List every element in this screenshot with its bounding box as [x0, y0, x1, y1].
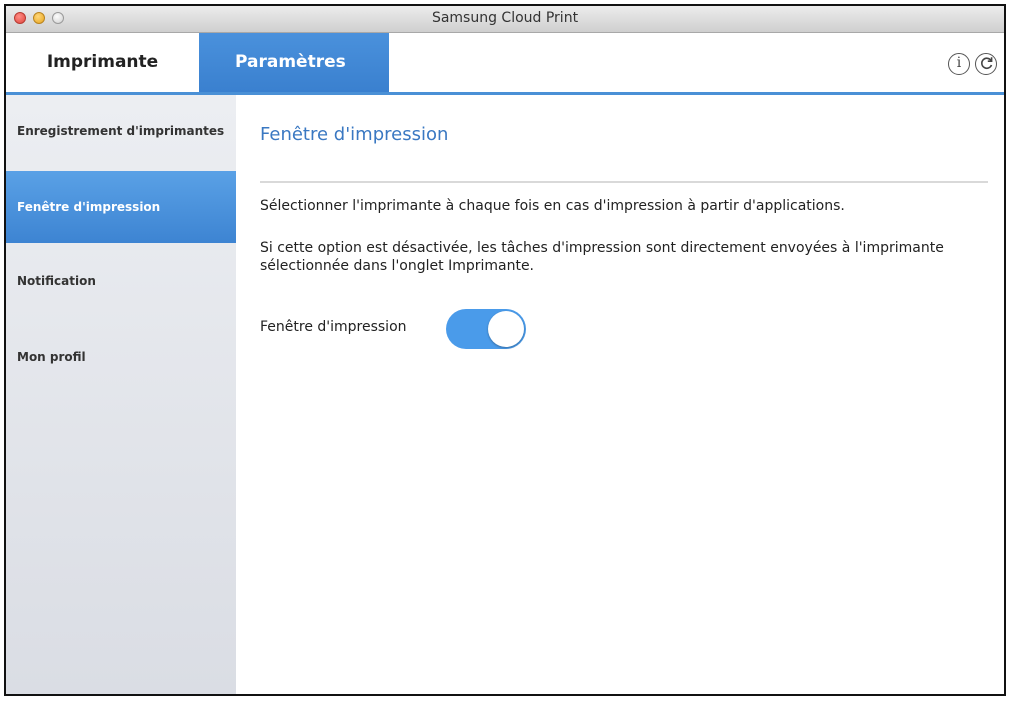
tab-bar: Imprimante Paramètres i — [6, 33, 1004, 95]
sidebar-item-fenetre-impression[interactable]: Fenêtre d'impression — [6, 171, 236, 243]
window-title: Samsung Cloud Print — [431, 10, 579, 26]
sidebar-item-label: Mon profil — [17, 350, 86, 364]
info-icon[interactable]: i — [948, 53, 970, 75]
sidebar-item-label: Enregistrement d'imprimantes — [17, 124, 225, 138]
section-title: Fenêtre d'impression — [260, 124, 449, 145]
print-window-toggle-label: Fenêtre d'impression — [260, 319, 407, 335]
tab-imprimante[interactable]: Imprimante — [6, 33, 199, 92]
main-content: Fenêtre d'impression Sélectionner l'impr… — [236, 95, 1004, 694]
sidebar: Enregistrement d'imprimantes Fenêtre d'i… — [6, 95, 237, 694]
toggle-knob[interactable] — [488, 311, 524, 347]
title-bar: Samsung Cloud Print — [6, 6, 1004, 33]
refresh-glyph — [980, 57, 992, 69]
description-note: Si cette option est désactivée, les tâch… — [260, 240, 944, 274]
app-window: Samsung Cloud Print Imprimante Paramètre… — [4, 4, 1006, 696]
sidebar-item-label: Notification — [17, 274, 96, 288]
sidebar-item-notification[interactable]: Notification — [6, 245, 236, 317]
divider — [260, 181, 988, 183]
tab-parametres[interactable]: Paramètres — [199, 33, 389, 92]
sidebar-item-mon-profil[interactable]: Mon profil — [6, 321, 236, 393]
print-window-toggle[interactable] — [446, 309, 526, 349]
description-text: Sélectionner l'imprimante à chaque fois … — [260, 198, 845, 214]
sidebar-item-enregistrement[interactable]: Enregistrement d'imprimantes — [6, 95, 236, 167]
sidebar-item-label: Fenêtre d'impression — [17, 200, 161, 214]
refresh-icon[interactable] — [975, 53, 997, 75]
